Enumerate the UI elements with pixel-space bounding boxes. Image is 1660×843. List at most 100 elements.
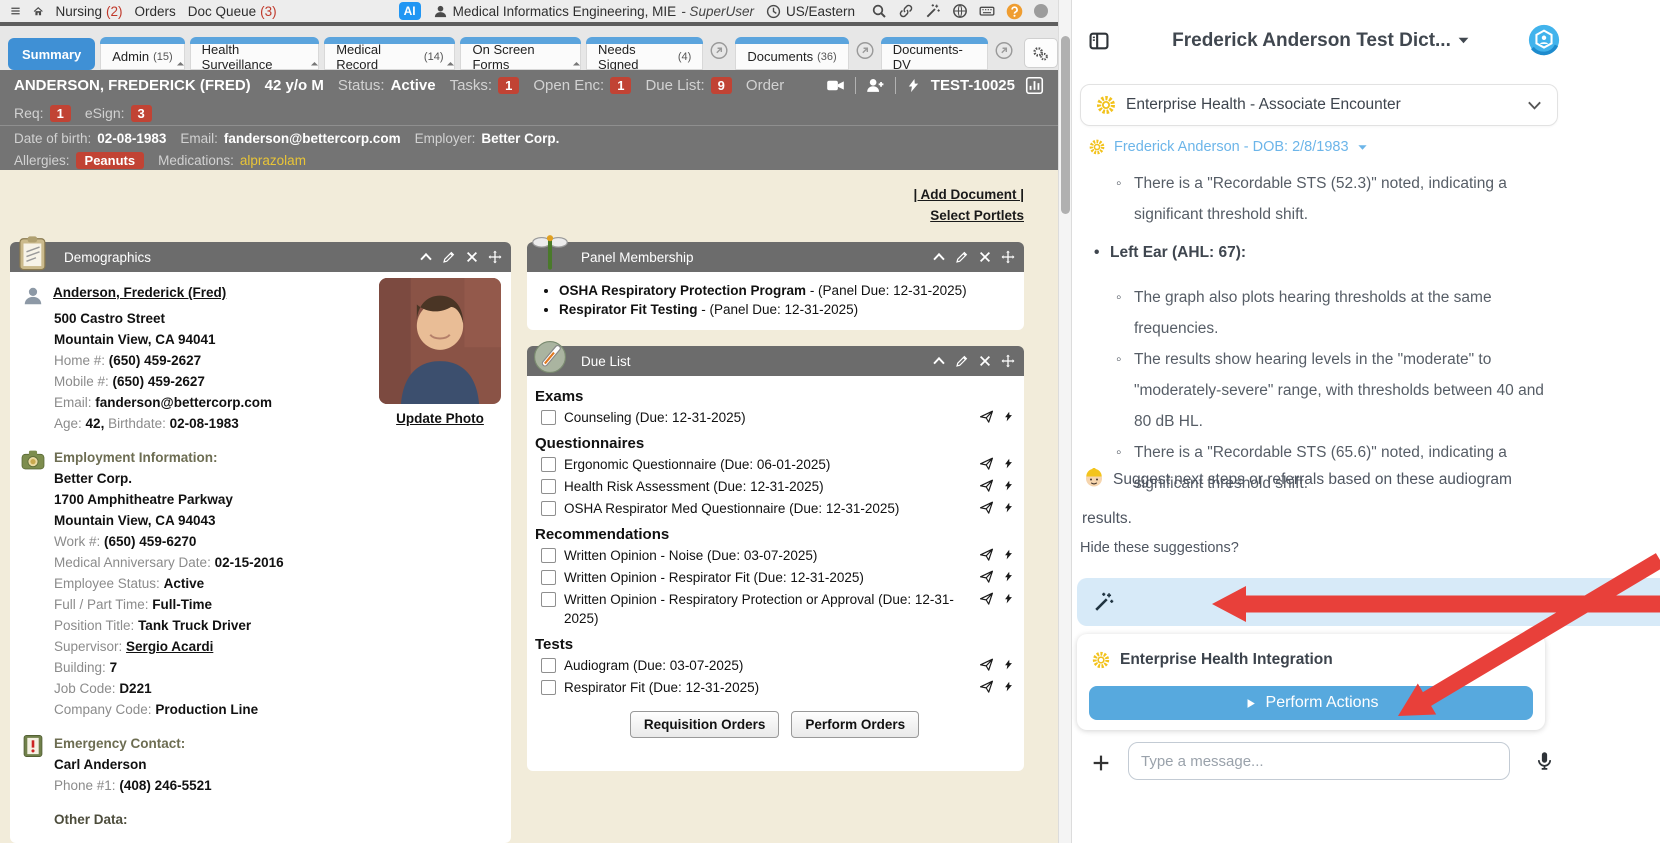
add-attachment-icon[interactable] — [1090, 752, 1112, 774]
edit-icon[interactable] — [955, 354, 969, 368]
update-photo-link[interactable]: Update Photo — [379, 408, 501, 429]
message-input[interactable] — [1128, 742, 1510, 780]
conversation-title[interactable]: Frederick Anderson Test Dict... — [1112, 30, 1530, 52]
collapse-icon[interactable] — [932, 354, 946, 368]
timezone[interactable]: US/Eastern — [766, 4, 855, 19]
open-in-new-icon[interactable] — [995, 41, 1013, 60]
perform-order-icon[interactable] — [1003, 591, 1014, 606]
globe-icon[interactable] — [952, 3, 968, 19]
send-order-icon[interactable] — [979, 679, 994, 694]
add-document-link[interactable]: | Add Document | — [913, 187, 1024, 202]
due-list-header[interactable]: Due List — [527, 346, 1024, 376]
wand-icon[interactable] — [925, 3, 941, 19]
open-in-new-icon[interactable] — [856, 41, 874, 60]
tab-summary[interactable]: Summary — [8, 38, 95, 70]
checkbox[interactable] — [541, 548, 556, 563]
checkbox[interactable] — [541, 501, 556, 516]
allergy-badge[interactable]: Peanuts — [76, 152, 145, 169]
bolt-icon[interactable] — [906, 76, 921, 95]
close-icon[interactable] — [978, 250, 992, 264]
link-icon[interactable] — [898, 3, 914, 19]
move-icon[interactable] — [488, 250, 502, 264]
patient-name-link[interactable]: Anderson, Frederick (Fred) — [53, 282, 226, 303]
close-icon[interactable] — [978, 354, 992, 368]
send-order-icon[interactable] — [979, 409, 994, 424]
nav-nursing[interactable]: Nursing(2) — [56, 4, 123, 19]
perform-order-icon[interactable] — [1003, 478, 1014, 493]
perform-order-icon[interactable] — [1003, 456, 1014, 471]
tasks-counter[interactable]: Tasks:1 — [450, 77, 520, 94]
keyboard-icon[interactable] — [979, 3, 995, 19]
checkbox[interactable] — [541, 570, 556, 585]
home-icon[interactable] — [33, 2, 43, 21]
ai-badge[interactable]: AI — [399, 2, 421, 20]
perform-order-icon[interactable] — [1003, 657, 1014, 672]
send-order-icon[interactable] — [979, 456, 994, 471]
supervisor-link[interactable]: Sergio Acardi — [126, 639, 213, 654]
demographics-header[interactable]: Demographics — [10, 242, 511, 272]
search-icon[interactable] — [871, 3, 887, 19]
tab-admin[interactable]: Admin(15) — [100, 37, 184, 70]
move-icon[interactable] — [1001, 250, 1015, 264]
edit-icon[interactable] — [442, 250, 456, 264]
edit-icon[interactable] — [955, 250, 969, 264]
requisition-orders-button[interactable]: Requisition Orders — [630, 711, 780, 738]
collapse-icon[interactable] — [932, 250, 946, 264]
checkbox[interactable] — [541, 410, 556, 425]
perform-order-icon[interactable] — [1003, 409, 1014, 424]
tab-settings-button[interactable] — [1024, 38, 1058, 68]
checkbox[interactable] — [541, 680, 556, 695]
checkbox[interactable] — [541, 658, 556, 673]
panel-membership-header[interactable]: Panel Membership — [527, 242, 1024, 272]
esign-badge[interactable]: 3 — [131, 105, 152, 122]
panel-toggle-icon[interactable] — [1088, 30, 1110, 52]
open-in-new-icon[interactable] — [710, 41, 728, 60]
current-user[interactable]: Medical Informatics Engineering, MIE - S… — [433, 4, 754, 19]
req-badge[interactable]: 1 — [50, 105, 71, 122]
scrollbar-thumb[interactable] — [1061, 36, 1070, 214]
esign-counter[interactable]: eSign:3 — [85, 105, 152, 122]
video-camera-icon[interactable] — [826, 76, 845, 95]
checkbox[interactable] — [541, 592, 556, 607]
tab-medical-record[interactable]: Medical Record(14) — [324, 37, 455, 70]
checkbox[interactable] — [541, 457, 556, 472]
vertical-scrollbar[interactable] — [1058, 0, 1072, 843]
tab-needs-signed[interactable]: Needs Signed(4) — [586, 37, 703, 70]
nav-doc-queue[interactable]: Doc Queue(3) — [188, 4, 277, 19]
select-portlets-link[interactable]: Select Portlets — [930, 208, 1024, 223]
tab-documents[interactable]: Documents(36) — [735, 37, 848, 70]
patient-name[interactable]: ANDERSON, FREDERICK (FRED) — [14, 77, 251, 94]
suggestion-action-bar[interactable] — [1077, 578, 1660, 626]
send-order-icon[interactable] — [979, 478, 994, 493]
microphone-icon[interactable] — [1534, 748, 1555, 774]
send-order-icon[interactable] — [979, 591, 994, 606]
hamburger-menu-icon[interactable] — [10, 1, 21, 21]
send-order-icon[interactable] — [979, 547, 994, 562]
send-order-icon[interactable] — [979, 569, 994, 584]
due-list-badge[interactable]: 9 — [711, 77, 732, 94]
collapse-icon[interactable] — [419, 250, 433, 264]
send-order-icon[interactable] — [979, 657, 994, 672]
nav-orders[interactable]: Orders — [135, 4, 176, 19]
encounter-selector[interactable]: Enterprise Health - Associate Encounter — [1080, 84, 1558, 126]
add-person-icon[interactable] — [866, 76, 885, 95]
tab-on-screen-forms[interactable]: On Screen Forms — [460, 37, 581, 70]
open-enc-badge[interactable]: 1 — [610, 77, 631, 94]
perform-order-icon[interactable] — [1003, 547, 1014, 562]
perform-order-icon[interactable] — [1003, 500, 1014, 515]
medication-value[interactable]: alprazolam — [240, 153, 306, 168]
bar-chart-icon[interactable] — [1025, 76, 1044, 95]
tab-documents-dv[interactable]: Documents-DV — [881, 37, 988, 70]
help-icon[interactable] — [1006, 3, 1023, 20]
perform-actions-button[interactable]: Perform Actions — [1089, 686, 1533, 720]
patient-context-line[interactable]: Frederick Anderson - DOB: 2/8/1983 — [1088, 138, 1368, 156]
order-link[interactable]: Order — [746, 77, 784, 94]
checkbox[interactable] — [541, 479, 556, 494]
perform-order-icon[interactable] — [1003, 569, 1014, 584]
perform-orders-button[interactable]: Perform Orders — [791, 711, 919, 738]
tasks-badge[interactable]: 1 — [498, 77, 519, 94]
req-counter[interactable]: Req:1 — [14, 105, 71, 122]
hide-suggestions-link[interactable]: Hide these suggestions? — [1080, 540, 1239, 556]
open-enc-counter[interactable]: Open Enc:1 — [533, 77, 631, 94]
move-icon[interactable] — [1001, 354, 1015, 368]
